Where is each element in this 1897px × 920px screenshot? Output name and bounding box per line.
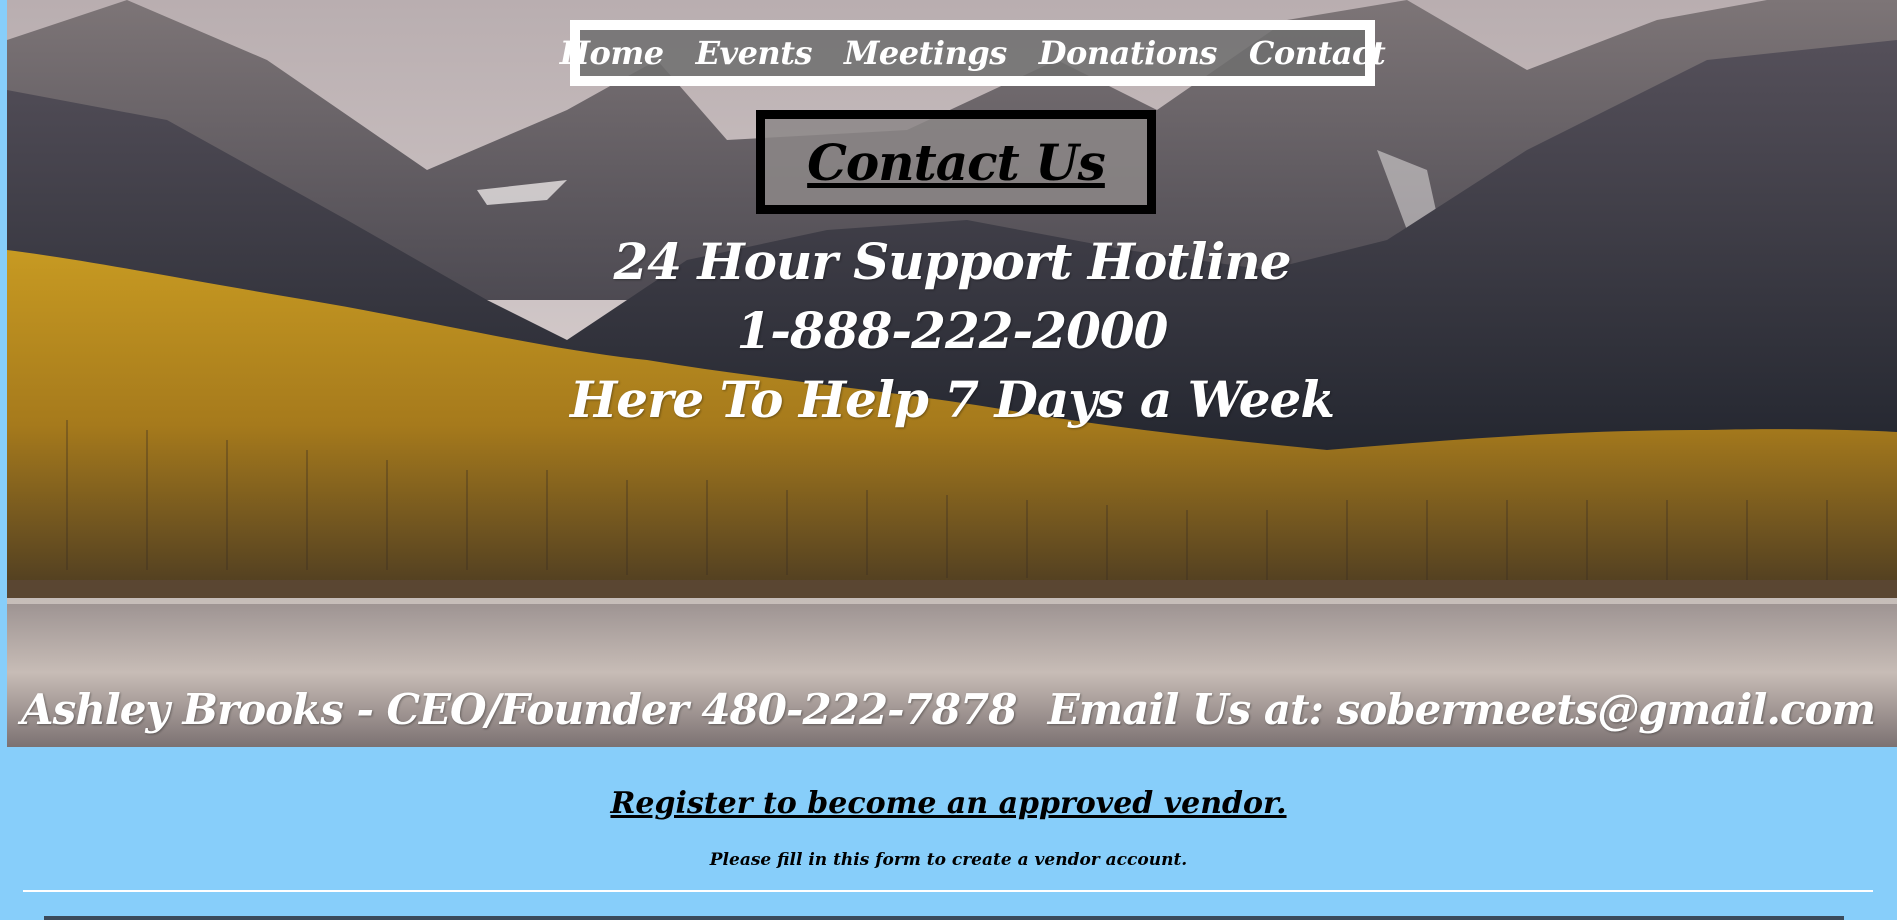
nav-link-meetings[interactable]: Meetings	[844, 34, 1007, 72]
hero-banner: Home Events Meetings Donations Contact C…	[7, 0, 1897, 747]
main-nav: Home Events Meetings Donations Contact	[560, 20, 1386, 86]
form-top-edge	[44, 916, 1844, 920]
hotline-title: 24 Hour Support Hotline	[613, 232, 1291, 291]
divider	[23, 890, 1873, 892]
page-title: Contact Us	[807, 132, 1106, 192]
hotline-hours: Here To Help 7 Days a Week	[570, 370, 1335, 429]
nav-link-donations[interactable]: Donations	[1039, 34, 1218, 72]
page: Home Events Meetings Donations Contact C…	[0, 0, 1897, 920]
vendor-register-title: Register to become an approved vendor.	[610, 786, 1287, 821]
ceo-contact: Ashley Brooks - CEO/Founder 480-222-7878	[21, 685, 1017, 734]
nav-link-home[interactable]: Home	[560, 34, 664, 72]
hotline-number: 1-888-222-2000	[736, 301, 1169, 360]
vendor-register-instructions: Please fill in this form to create a ven…	[709, 850, 1188, 870]
email-contact: Email Us at: sobermeets@gmail.com	[1047, 685, 1876, 734]
contact-heading-box: Contact Us	[756, 110, 1156, 214]
nav-link-contact[interactable]: Contact	[1249, 34, 1386, 72]
nav-link-events[interactable]: Events	[696, 34, 813, 72]
